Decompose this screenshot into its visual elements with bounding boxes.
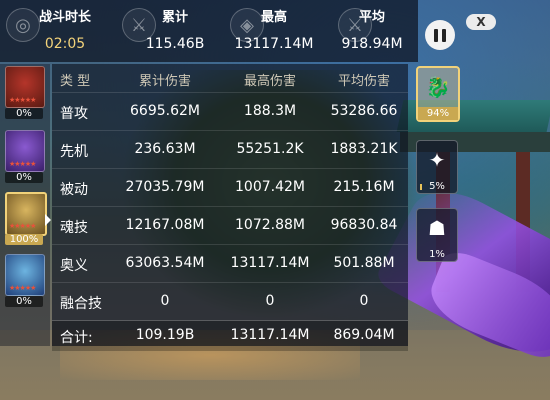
character-slot[interactable]: ★★★★★ 0%: [5, 66, 45, 119]
duration-label: 战斗时长: [38, 10, 91, 25]
column-header-average: 平均伤害: [337, 74, 390, 89]
dragon-skill-icon: 🐉: [425, 75, 451, 99]
battle-stats-header: ◎ ⚔ ◈ ⚔ 战斗时长 02:05 累计 115.46B 最高 13117.1…: [0, 0, 418, 62]
character-damage-percent: 0%: [5, 108, 43, 119]
cell-total-damage: 0: [160, 293, 170, 309]
row-soul-skill: 魂技 12167.08M 1072.88M 96830.84: [52, 206, 408, 245]
column-header-max: 最高伤害: [243, 74, 296, 89]
average-stat: 平均 918.94M: [330, 6, 414, 52]
cell-average-damage: 215.16M: [333, 179, 395, 195]
cell-total-damage: 6695.62M: [130, 103, 200, 119]
total-total-damage: 109.19B: [135, 327, 195, 343]
cell-max-damage: 0: [265, 293, 275, 309]
character-slot[interactable]: ★★★★★ 0%: [5, 254, 45, 307]
column-header-total: 累计伤害: [138, 74, 191, 89]
character-damage-percent: 100%: [5, 234, 43, 245]
duration-value: 02:05: [44, 36, 86, 52]
total-value: 115.46B: [145, 36, 205, 52]
total-max-damage: 13117.14M: [230, 327, 310, 343]
row-passive: 被动 27035.79M 1007.42M 215.16M: [52, 168, 408, 207]
cell-average-damage: 53286.66: [330, 103, 398, 119]
row-ultimate: 奥义 63063.54M 13117.14M 501.88M: [52, 244, 408, 283]
cell-max-damage: 13117.14M: [230, 255, 310, 271]
total-label: 累计: [161, 10, 188, 25]
cell-type: 融合技: [60, 296, 102, 312]
cell-max-damage: 1072.88M: [235, 217, 305, 233]
cell-max-damage: 1007.42M: [235, 179, 305, 195]
star-rating: ★★★★★: [9, 222, 36, 230]
star-rating: ★★★★★: [9, 96, 36, 104]
cell-type: 魂技: [60, 220, 88, 236]
cell-average-damage: 96830.84: [330, 217, 398, 233]
close-button[interactable]: X: [466, 14, 496, 30]
shuriken-skill-icon: ✦: [428, 148, 446, 172]
character-slot[interactable]: ★★★★★ 100%: [5, 192, 47, 245]
total-average-damage: 869.04M: [333, 327, 395, 343]
cell-average-damage: 1883.21K: [330, 141, 398, 157]
pause-icon: [434, 28, 438, 42]
damage-table: 类 型 累计伤害 最高伤害 平均伤害 普攻 6695.62M 188.3M 53286…: [52, 64, 408, 351]
skill-badge[interactable]: ☗ 1%: [416, 208, 458, 262]
skill-damage-percent: 94%: [418, 107, 458, 120]
cell-max-damage: 55251.2K: [236, 141, 304, 157]
cell-type: 普攻: [60, 106, 88, 122]
character-damage-percent: 0%: [5, 172, 43, 183]
pause-icon: [442, 28, 446, 42]
skill-damage-percent: 1%: [429, 249, 445, 260]
cell-type: 先机: [60, 144, 88, 160]
max-stat: 最高 13117.14M: [224, 6, 324, 52]
total-label: 合计:: [60, 330, 93, 346]
skill-badge[interactable]: ✦ 5%: [416, 140, 458, 194]
pause-button[interactable]: [425, 20, 455, 50]
row-fusion-skill: 融合技 0 0 0: [52, 282, 408, 321]
average-value: 918.94M: [341, 36, 403, 52]
skill-energy-bar: [420, 184, 422, 190]
cell-max-damage: 188.3M: [243, 103, 297, 119]
average-label: 平均: [358, 10, 385, 25]
active-character-indicator: [45, 214, 51, 226]
cell-average-damage: 501.88M: [333, 255, 395, 271]
cell-average-damage: 0: [359, 293, 369, 309]
column-header-type: 类 型: [60, 74, 91, 89]
cell-total-damage: 63063.54M: [125, 255, 205, 271]
cell-type: 被动: [60, 182, 88, 198]
beast-skill-icon: ☗: [428, 216, 446, 240]
row-normal-attack: 普攻 6695.62M 188.3M 53286.66: [52, 92, 408, 131]
row-total: 合计: 109.19B 13117.14M 869.04M: [52, 320, 408, 351]
cell-type: 奥义: [60, 258, 88, 274]
cell-total-damage: 12167.08M: [125, 217, 205, 233]
character-slot[interactable]: ★★★★★ 0%: [5, 130, 45, 183]
star-rating: ★★★★★: [9, 284, 36, 292]
total-stat: 累计 115.46B: [130, 6, 220, 52]
star-rating: ★★★★★: [9, 160, 36, 168]
table-header: 类 型 累计伤害 最高伤害 平均伤害: [52, 64, 408, 92]
cell-total-damage: 27035.79M: [125, 179, 205, 195]
max-value: 13117.14M: [234, 36, 314, 52]
duration-stat: 战斗时长 02:05: [30, 6, 100, 52]
character-damage-percent: 0%: [5, 296, 43, 307]
row-first-strike: 先机 236.63M 55251.2K 1883.21K: [52, 130, 408, 169]
skill-damage-percent: 5%: [429, 181, 445, 192]
max-label: 最高: [260, 10, 287, 25]
cell-total-damage: 236.63M: [134, 141, 196, 157]
skill-badge[interactable]: 🐉 94%: [416, 66, 460, 122]
